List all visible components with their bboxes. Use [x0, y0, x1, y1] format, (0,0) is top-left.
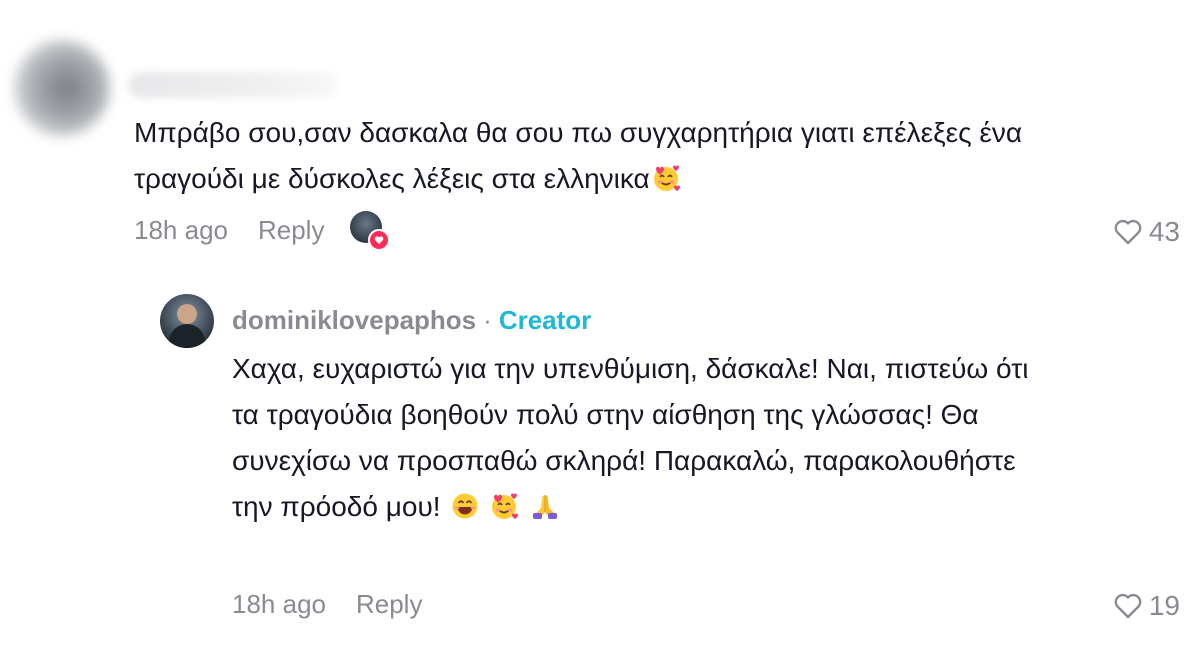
reply-like-button[interactable]: 19	[1113, 590, 1180, 622]
comment-like-count: 43	[1148, 216, 1180, 247]
folded-hands-emoji	[530, 489, 560, 535]
comment-like-button[interactable]: 43	[1113, 216, 1180, 248]
comment-timestamp: 18h ago	[134, 214, 228, 245]
creator-avatar[interactable]	[160, 294, 214, 348]
commenter-avatar-blurred[interactable]	[14, 40, 110, 136]
heart-outline-icon	[1114, 593, 1142, 619]
header-separator: ·	[483, 305, 492, 335]
heart-outline-icon	[1114, 219, 1142, 245]
reply-text-body: Χαχα, ευχαριστώ για την υπενθύμιση, δάσκ…	[232, 353, 1029, 522]
comment-meta: 18h ago Reply	[134, 210, 391, 251]
reply-like-count: 19	[1148, 590, 1180, 621]
smiling-face-with-hearts-emoji	[652, 161, 682, 207]
reply-text: Χαχα, ευχαριστώ για την υπενθύμιση, δάσκ…	[232, 346, 1052, 535]
reply-meta: 18h ago Reply	[232, 584, 448, 624]
reply-timestamp: 18h ago	[232, 588, 326, 619]
commenter-name-blurred[interactable]	[128, 72, 338, 98]
smiling-face-with-hearts-emoji	[490, 489, 520, 535]
comments-panel: Μπράβο σου,σαν δασκαλα θα σου πω συγχαρη…	[0, 0, 1200, 652]
grinning-face-emoji	[450, 489, 480, 535]
reply-button[interactable]: Reply	[258, 215, 324, 246]
creator-liked-heart-icon	[368, 229, 391, 251]
comment-text: Μπράβο σου,σαν δασκαλα θα σου πω συγχαρη…	[134, 110, 1094, 207]
creator-liked-avatar	[350, 211, 391, 251]
creator-badge: Creator	[498, 305, 592, 335]
reply-username[interactable]: dominiklovepaphos	[232, 300, 476, 340]
reply-header: dominiklovepaphos · Creator	[232, 300, 591, 340]
reply-reply-button[interactable]: Reply	[356, 589, 422, 620]
comment-text-body: Μπράβο σου,σαν δασκαλα θα σου πω συγχαρη…	[134, 117, 1023, 194]
